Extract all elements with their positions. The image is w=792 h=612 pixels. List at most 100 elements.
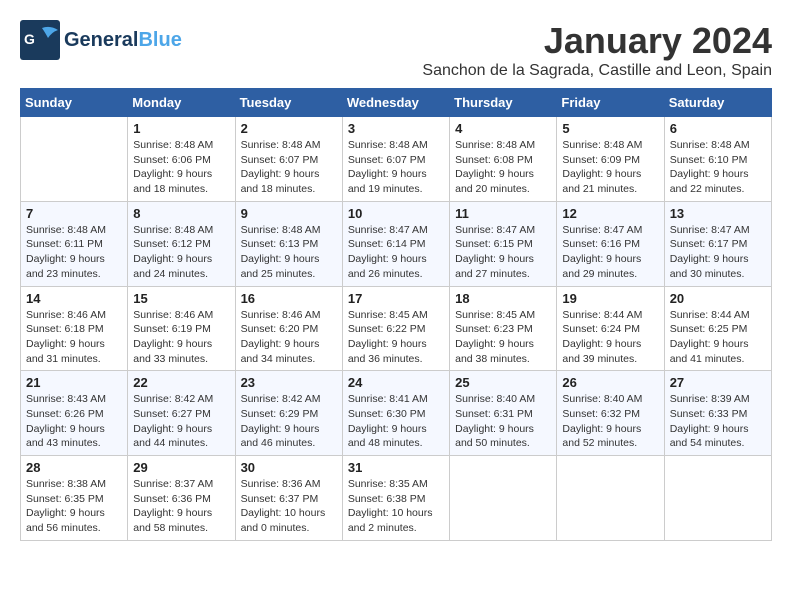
day-number: 14 xyxy=(26,291,122,306)
calendar-cell: 27 Sunrise: 8:39 AMSunset: 6:33 PMDayligh… xyxy=(664,371,771,456)
calendar-cell: 12 Sunrise: 8:47 AMSunset: 6:16 PMDayligh… xyxy=(557,201,664,286)
day-number: 9 xyxy=(241,206,337,221)
calendar-cell: 20 Sunrise: 8:44 AMSunset: 6:25 PMDayligh… xyxy=(664,286,771,371)
cell-content: Sunrise: 8:46 AMSunset: 6:19 PMDaylight:… xyxy=(133,308,229,367)
calendar-cell: 10Sunrise: 8:47 AMSunset: 6:14 PMDayligh… xyxy=(342,201,449,286)
day-number: 20 xyxy=(670,291,766,306)
cell-content: Sunrise: 8:48 AMSunset: 6:07 PMDaylight:… xyxy=(348,138,444,197)
calendar-week-row: 21 Sunrise: 8:43 AMSunset: 6:26 PMDayligh… xyxy=(21,371,772,456)
cell-content: Sunrise: 8:48 AMSunset: 6:07 PMDaylight:… xyxy=(241,138,337,197)
calendar-week-row: 1Sunrise: 8:48 AMSunset: 6:06 PMDaylight… xyxy=(21,117,772,202)
cell-content: Sunrise: 8:43 AMSunset: 6:26 PMDaylight:… xyxy=(26,392,122,451)
calendar-cell: 14Sunrise: 8:46 AMSunset: 6:18 PMDayligh… xyxy=(21,286,128,371)
day-number: 17 xyxy=(348,291,444,306)
calendar-table: Sunday Monday Tuesday Wednesday Thursday… xyxy=(20,88,772,541)
calendar-cell: 15Sunrise: 8:46 AMSunset: 6:19 PMDayligh… xyxy=(128,286,235,371)
cell-content: Sunrise: 8:45 AMSunset: 6:23 PMDaylight:… xyxy=(455,308,551,367)
calendar-cell xyxy=(557,456,664,541)
header-monday: Monday xyxy=(128,89,235,117)
calendar-cell: 11 Sunrise: 8:47 AMSunset: 6:15 PMDayligh… xyxy=(450,201,557,286)
location-title: Sanchon de la Sagrada, Castille and Leon… xyxy=(422,62,772,80)
calendar-cell: 5Sunrise: 8:48 AMSunset: 6:09 PMDaylight… xyxy=(557,117,664,202)
logo-general: General xyxy=(64,29,138,51)
day-number: 13 xyxy=(670,206,766,221)
day-number: 24 xyxy=(348,375,444,390)
day-number: 2 xyxy=(241,121,337,136)
svg-text:G: G xyxy=(24,31,35,47)
cell-content: Sunrise: 8:38 AMSunset: 6:35 PMDaylight:… xyxy=(26,477,122,536)
cell-content: Sunrise: 8:46 AMSunset: 6:20 PMDaylight:… xyxy=(241,308,337,367)
day-number: 30 xyxy=(241,460,337,475)
header-tuesday: Tuesday xyxy=(235,89,342,117)
calendar-week-row: 28 Sunrise: 8:38 AMSunset: 6:35 PMDayligh… xyxy=(21,456,772,541)
day-number: 11 xyxy=(455,206,551,221)
calendar-cell: 17 Sunrise: 8:45 AMSunset: 6:22 PMDayligh… xyxy=(342,286,449,371)
calendar-cell: 24 Sunrise: 8:41 AMSunset: 6:30 PMDayligh… xyxy=(342,371,449,456)
header-friday: Friday xyxy=(557,89,664,117)
calendar-cell: 4 Sunrise: 8:48 AMSunset: 6:08 PMDaylight… xyxy=(450,117,557,202)
calendar-cell: 2 Sunrise: 8:48 AMSunset: 6:07 PMDaylight… xyxy=(235,117,342,202)
day-number: 27 xyxy=(670,375,766,390)
cell-content: Sunrise: 8:48 AMSunset: 6:09 PMDaylight:… xyxy=(562,138,658,197)
day-number: 18 xyxy=(455,291,551,306)
calendar-cell xyxy=(664,456,771,541)
cell-content: Sunrise: 8:47 AMSunset: 6:15 PMDaylight:… xyxy=(455,223,551,282)
cell-content: Sunrise: 8:42 AMSunset: 6:27 PMDaylight:… xyxy=(133,392,229,451)
calendar-cell: 29Sunrise: 8:37 AMSunset: 6:36 PMDayligh… xyxy=(128,456,235,541)
calendar-cell: 23 Sunrise: 8:42 AMSunset: 6:29 PMDayligh… xyxy=(235,371,342,456)
calendar-header-row: Sunday Monday Tuesday Wednesday Thursday… xyxy=(21,89,772,117)
calendar-week-row: 14Sunrise: 8:46 AMSunset: 6:18 PMDayligh… xyxy=(21,286,772,371)
page-header: G GeneralBlue January 2024 Sanchon de la… xyxy=(20,20,772,80)
cell-content: Sunrise: 8:41 AMSunset: 6:30 PMDaylight:… xyxy=(348,392,444,451)
calendar-cell: 19 Sunrise: 8:44 AMSunset: 6:24 PMDayligh… xyxy=(557,286,664,371)
day-number: 28 xyxy=(26,460,122,475)
cell-content: Sunrise: 8:48 AMSunset: 6:13 PMDaylight:… xyxy=(241,223,337,282)
calendar-cell: 28 Sunrise: 8:38 AMSunset: 6:35 PMDayligh… xyxy=(21,456,128,541)
day-number: 19 xyxy=(562,291,658,306)
day-number: 8 xyxy=(133,206,229,221)
calendar-cell: 30 Sunrise: 8:36 AMSunset: 6:37 PMDayligh… xyxy=(235,456,342,541)
cell-content: Sunrise: 8:47 AMSunset: 6:17 PMDaylight:… xyxy=(670,223,766,282)
calendar-cell: 9 Sunrise: 8:48 AMSunset: 6:13 PMDaylight… xyxy=(235,201,342,286)
cell-content: Sunrise: 8:42 AMSunset: 6:29 PMDaylight:… xyxy=(241,392,337,451)
day-number: 4 xyxy=(455,121,551,136)
calendar-cell: 16 Sunrise: 8:46 AMSunset: 6:20 PMDayligh… xyxy=(235,286,342,371)
calendar-cell: 6 Sunrise: 8:48 AMSunset: 6:10 PMDaylight… xyxy=(664,117,771,202)
cell-content: Sunrise: 8:47 AMSunset: 6:16 PMDaylight:… xyxy=(562,223,658,282)
header-wednesday: Wednesday xyxy=(342,89,449,117)
logo: G GeneralBlue xyxy=(20,20,182,60)
cell-content: Sunrise: 8:48 AMSunset: 6:11 PMDaylight:… xyxy=(26,223,122,282)
cell-content: Sunrise: 8:36 AMSunset: 6:37 PMDaylight:… xyxy=(241,477,337,536)
day-number: 22 xyxy=(133,375,229,390)
cell-content: Sunrise: 8:45 AMSunset: 6:22 PMDaylight:… xyxy=(348,308,444,367)
day-number: 23 xyxy=(241,375,337,390)
day-number: 6 xyxy=(670,121,766,136)
logo-icon: G xyxy=(20,20,60,60)
day-number: 16 xyxy=(241,291,337,306)
title-area: January 2024 Sanchon de la Sagrada, Cast… xyxy=(422,20,772,80)
cell-content: Sunrise: 8:37 AMSunset: 6:36 PMDaylight:… xyxy=(133,477,229,536)
cell-content: Sunrise: 8:48 AMSunset: 6:06 PMDaylight:… xyxy=(133,138,229,197)
logo-blue: Blue xyxy=(138,29,181,51)
calendar-cell: 25 Sunrise: 8:40 AMSunset: 6:31 PMDayligh… xyxy=(450,371,557,456)
day-number: 7 xyxy=(26,206,122,221)
cell-content: Sunrise: 8:48 AMSunset: 6:10 PMDaylight:… xyxy=(670,138,766,197)
cell-content: Sunrise: 8:48 AMSunset: 6:12 PMDaylight:… xyxy=(133,223,229,282)
day-number: 12 xyxy=(562,206,658,221)
calendar-cell: 3Sunrise: 8:48 AMSunset: 6:07 PMDaylight… xyxy=(342,117,449,202)
calendar-cell: 26Sunrise: 8:40 AMSunset: 6:32 PMDayligh… xyxy=(557,371,664,456)
day-number: 25 xyxy=(455,375,551,390)
cell-content: Sunrise: 8:47 AMSunset: 6:14 PMDaylight:… xyxy=(348,223,444,282)
calendar-cell: 18 Sunrise: 8:45 AMSunset: 6:23 PMDayligh… xyxy=(450,286,557,371)
header-sunday: Sunday xyxy=(21,89,128,117)
cell-content: Sunrise: 8:44 AMSunset: 6:25 PMDaylight:… xyxy=(670,308,766,367)
cell-content: Sunrise: 8:39 AMSunset: 6:33 PMDaylight:… xyxy=(670,392,766,451)
cell-content: Sunrise: 8:48 AMSunset: 6:08 PMDaylight:… xyxy=(455,138,551,197)
day-number: 21 xyxy=(26,375,122,390)
cell-content: Sunrise: 8:40 AMSunset: 6:32 PMDaylight:… xyxy=(562,392,658,451)
cell-content: Sunrise: 8:40 AMSunset: 6:31 PMDaylight:… xyxy=(455,392,551,451)
cell-content: Sunrise: 8:44 AMSunset: 6:24 PMDaylight:… xyxy=(562,308,658,367)
calendar-cell: 22 Sunrise: 8:42 AMSunset: 6:27 PMDayligh… xyxy=(128,371,235,456)
calendar-cell: 13 Sunrise: 8:47 AMSunset: 6:17 PMDayligh… xyxy=(664,201,771,286)
calendar-week-row: 7 Sunrise: 8:48 AMSunset: 6:11 PMDaylight… xyxy=(21,201,772,286)
